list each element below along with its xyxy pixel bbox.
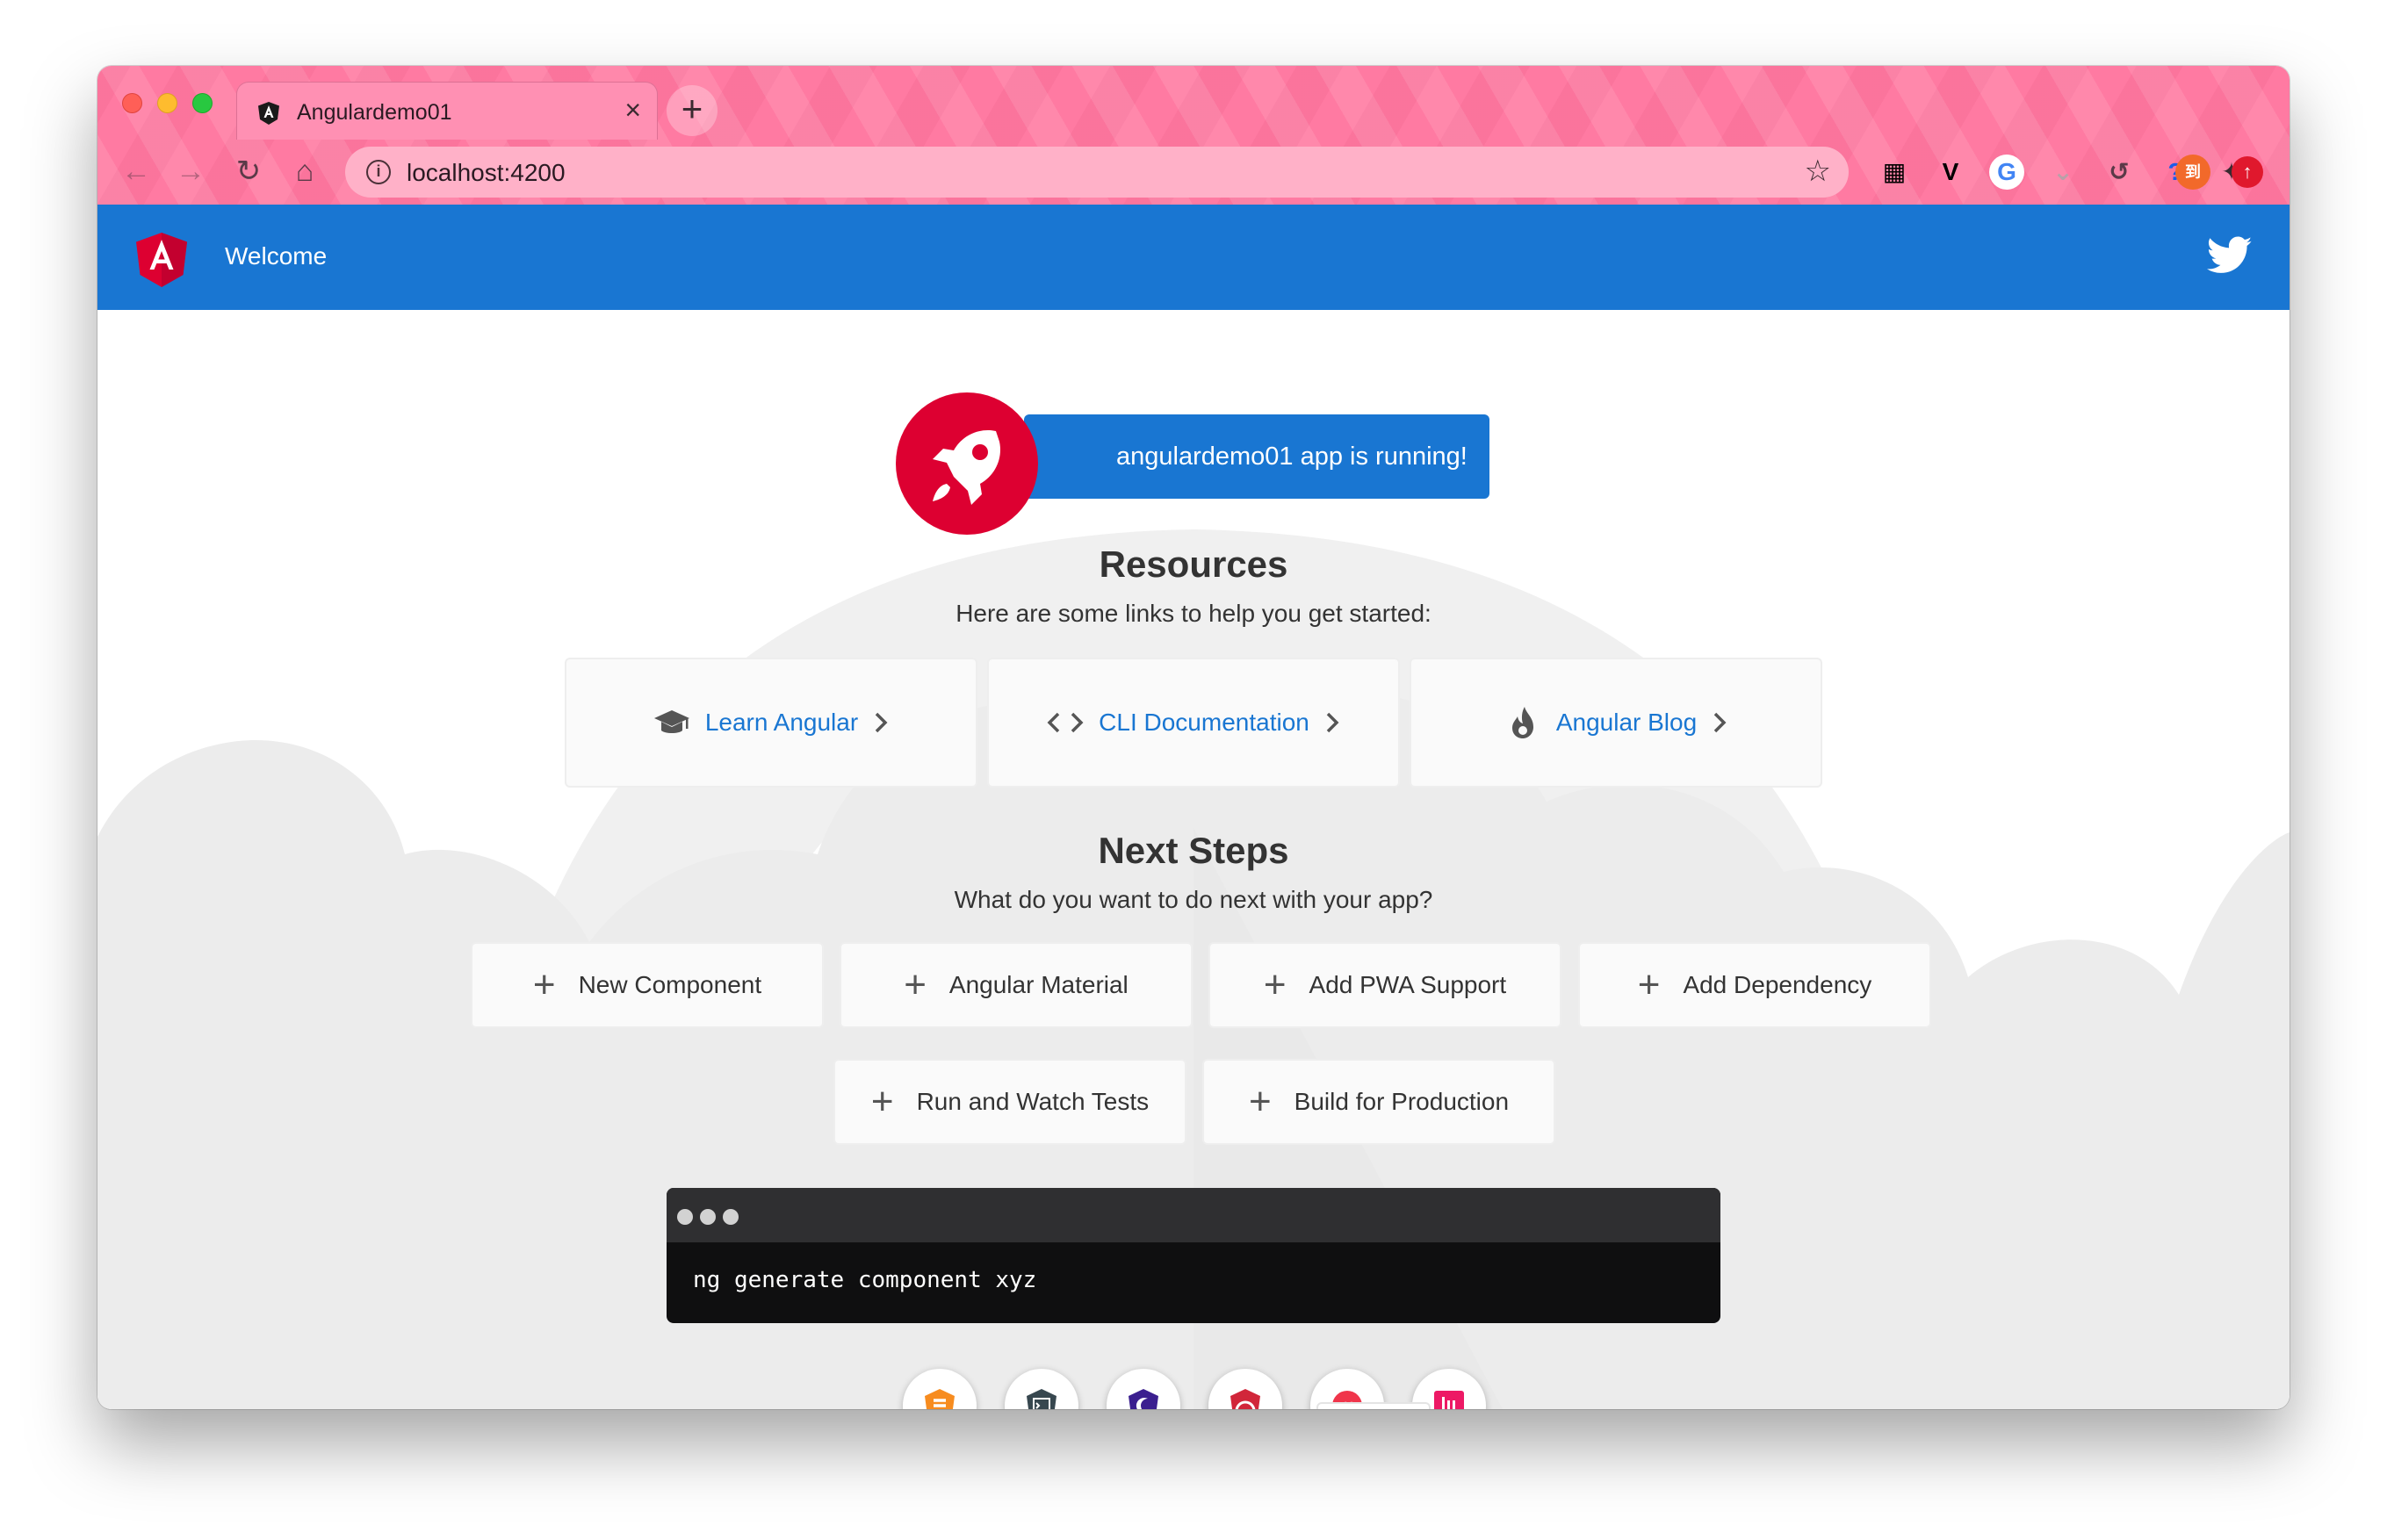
step-label: Run and Watch Tests (916, 1088, 1150, 1115)
forward-icon[interactable]: → (171, 152, 210, 191)
tab-close-icon[interactable]: × (624, 96, 641, 124)
back-icon[interactable]: ← (117, 152, 155, 191)
resource-label: CLI Documentation (1099, 709, 1309, 736)
site-info-icon[interactable]: i (366, 160, 391, 184)
flame-icon (1511, 707, 1533, 738)
terminal-command[interactable]: ng generate component xyz (693, 1267, 1036, 1293)
terminal-dot (700, 1209, 716, 1225)
plus-icon: + (1248, 1080, 1272, 1123)
rocket-badge (896, 392, 1038, 535)
app-running-card: angulardemo01 app is running! (1024, 414, 1489, 499)
step-card-new-component[interactable]: + New Component (471, 942, 824, 1028)
cli-link[interactable] (1005, 1369, 1078, 1409)
resource-card-cli-documentation[interactable]: CLI Documentation (987, 658, 1400, 788)
main-content: angulardemo01 app is running! Resources … (97, 205, 2290, 1409)
close-window-button[interactable] (122, 93, 142, 113)
minimize-window-button[interactable] (157, 93, 177, 113)
plus-icon: + (1263, 963, 1287, 1006)
zoom-window-button[interactable] (192, 93, 213, 113)
step-card-add-dependency[interactable]: + Add Dependency (1578, 942, 1931, 1028)
app-running-text: angulardemo01 app is running! (1116, 443, 1468, 471)
plus-icon: + (1637, 963, 1661, 1006)
terminal-dot (677, 1209, 693, 1225)
pocket-extension-icon[interactable]: ⌄ (2045, 155, 2081, 190)
angular-animations-icon (925, 1389, 955, 1409)
resource-label: Angular Blog (1555, 709, 1698, 736)
resource-label: Learn Angular (704, 709, 859, 736)
gitter-icon (1434, 1391, 1464, 1409)
step-label: Angular Material (948, 971, 1129, 998)
browser-chrome: Angulardemo01 × + ← → ↻ ⌂ i localhost:42… (97, 66, 2290, 205)
next-steps-subtitle: What do you want to do next with your ap… (954, 886, 1433, 913)
augury-icon (1129, 1389, 1158, 1409)
browser-tab[interactable]: Angulardemo01 × (236, 82, 658, 140)
next-steps-heading: Next Steps (1098, 830, 1289, 871)
address-bar[interactable]: i localhost:4200 ☆ (345, 147, 1849, 198)
animations-link[interactable] (903, 1369, 977, 1409)
vimeo-extension-icon[interactable]: V (1933, 155, 1968, 190)
step-card-add-pwa-support[interactable]: + Add PWA Support (1208, 942, 1561, 1028)
home-icon[interactable]: ⌂ (285, 152, 324, 191)
graduation-cap-icon (653, 710, 689, 733)
resources-heading: Resources (1099, 543, 1288, 585)
angular-cli-icon (1027, 1389, 1056, 1409)
angular-page: Welcome angulardemo01 app is running! Re (97, 205, 2290, 1409)
protractor-icon (1230, 1389, 1260, 1409)
google-translate-extension-icon[interactable]: G (1989, 155, 2024, 190)
upload-extension-icon[interactable]: ↑ (2232, 156, 2263, 188)
angular-favicon-icon (258, 102, 279, 125)
code-brackets-icon (1047, 712, 1084, 733)
chevron-right-icon (1326, 712, 1339, 733)
browser-window: Angulardemo01 × + ← → ↻ ⌂ i localhost:42… (97, 66, 2290, 1409)
orange-extension-icon[interactable]: 到 (2175, 155, 2210, 190)
history-extension-icon[interactable]: ↺ (2102, 155, 2137, 190)
terminal-dot (723, 1209, 739, 1225)
qr-code-extension-icon[interactable]: ▦ (1877, 155, 1912, 190)
url-text[interactable]: localhost:4200 (407, 159, 566, 187)
browser-toolbar: ← → ↻ ⌂ i localhost:4200 ☆ ▦ V G ⌄ ↺ ? ✦ (97, 140, 2290, 205)
step-card-build-for-production[interactable]: + Build for Production (1202, 1059, 1555, 1145)
desktop: Angulardemo01 × + ← → ↻ ⌂ i localhost:42… (0, 0, 2387, 1540)
terminal-titlebar (667, 1188, 1720, 1242)
protractor-link[interactable] (1208, 1369, 1282, 1409)
step-card-angular-material[interactable]: + Angular Material (840, 942, 1193, 1028)
step-label: Add PWA Support (1309, 971, 1507, 998)
augury-link[interactable] (1107, 1369, 1180, 1409)
resources-subtitle: Here are some links to help you get star… (956, 600, 1431, 627)
reload-icon[interactable]: ↻ (229, 152, 268, 191)
step-card-run-and-watch-tests[interactable]: + Run and Watch Tests (833, 1059, 1186, 1145)
step-label: New Component (578, 971, 762, 998)
resource-card-angular-blog[interactable]: Angular Blog (1410, 658, 1822, 788)
tab-title: Angulardemo01 (297, 100, 452, 125)
plus-icon: + (532, 963, 556, 1006)
bookmark-star-icon[interactable]: ☆ (1805, 154, 1831, 189)
plus-icon: + (904, 963, 927, 1006)
resource-card-learn-angular[interactable]: Learn Angular (565, 658, 977, 788)
rocket-icon (933, 429, 1001, 505)
step-label: Add Dependency (1683, 971, 1872, 998)
chevron-right-icon (1713, 712, 1727, 733)
footer-tab (1316, 1402, 1431, 1409)
new-tab-button[interactable]: + (667, 85, 718, 136)
terminal-panel: ng generate component xyz (667, 1188, 1720, 1323)
plus-icon: + (870, 1080, 894, 1123)
step-label: Build for Production (1294, 1088, 1510, 1115)
chevron-right-icon (875, 712, 888, 733)
